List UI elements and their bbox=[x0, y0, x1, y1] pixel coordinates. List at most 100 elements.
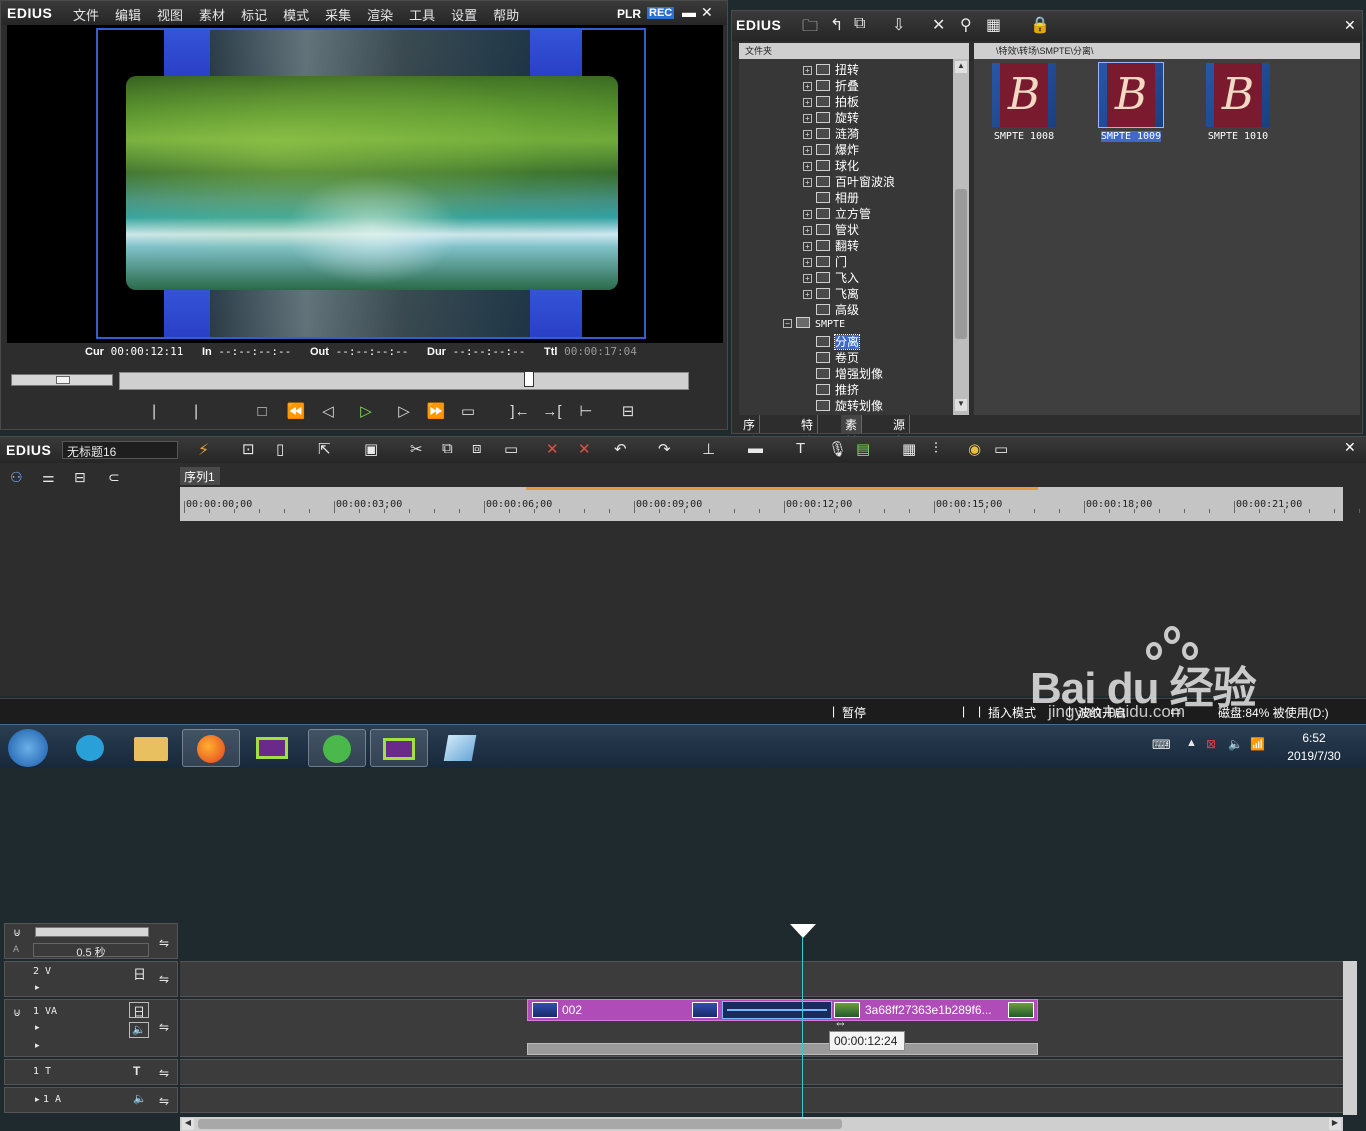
menu-marker[interactable]: 标记 bbox=[241, 8, 267, 23]
video-mute-icon[interactable]: 日 bbox=[129, 1002, 149, 1019]
new-sequence-icon[interactable]: ▯ bbox=[276, 440, 284, 458]
tab-sequence1[interactable]: 序列1 bbox=[180, 467, 220, 485]
hscroll-thumb[interactable] bbox=[198, 1119, 842, 1129]
video-mute-icon[interactable]: 日 bbox=[133, 964, 146, 983]
prev-edit-icon[interactable]: ]← bbox=[507, 399, 533, 425]
tree-item[interactable]: 相册 bbox=[816, 189, 859, 205]
insert-icon[interactable]: ⊢ bbox=[573, 399, 599, 425]
delete-icon[interactable]: ✕ bbox=[932, 15, 945, 35]
mixer-icon[interactable]: ⫶ bbox=[934, 440, 938, 457]
tree-item[interactable]: + 管状 bbox=[803, 221, 859, 237]
fast-forward-icon[interactable]: ⏩ bbox=[423, 399, 449, 425]
tree-scroll-thumb[interactable] bbox=[955, 189, 967, 339]
save-icon[interactable]: ▣ bbox=[364, 440, 378, 458]
zoom-slider[interactable] bbox=[35, 927, 149, 937]
audio-clip[interactable] bbox=[527, 1043, 1038, 1055]
set-out-icon[interactable]: ❘ bbox=[183, 399, 209, 425]
copy-icon[interactable]: ⧉ bbox=[442, 440, 453, 457]
color-icon[interactable]: ◉ bbox=[968, 440, 981, 458]
sync-lock-icon[interactable]: ⇋ bbox=[159, 936, 169, 950]
overwrite-icon[interactable]: ⊟ bbox=[615, 399, 641, 425]
timeline-hscroll[interactable]: ◀ ▶ bbox=[180, 1117, 1343, 1131]
tab-effects[interactable]: 特效 bbox=[797, 415, 819, 449]
menu-render[interactable]: 渲染 bbox=[367, 8, 393, 23]
up-folder-icon[interactable]: ↰ bbox=[830, 15, 843, 35]
step-back-icon[interactable]: ◁ bbox=[315, 399, 341, 425]
rec-mode-button[interactable]: REC bbox=[647, 7, 675, 19]
link-icon[interactable]: ⊂ bbox=[108, 469, 120, 486]
transition-icon[interactable]: ▬ bbox=[748, 440, 763, 457]
taskbar-notes-icon[interactable] bbox=[432, 729, 490, 767]
view-mode-icon[interactable]: ▦ bbox=[986, 15, 1001, 35]
tab-source-browser[interactable]: 源文件浏览 bbox=[889, 415, 911, 500]
menu-view[interactable]: 视图 bbox=[157, 8, 183, 23]
tree-scrollbar[interactable]: ▲ ▼ bbox=[953, 59, 969, 415]
folder-icon[interactable]: 🗀 bbox=[802, 15, 818, 42]
sync-icon[interactable]: ⇋ bbox=[159, 1066, 169, 1080]
tree-item[interactable]: + 爆炸 bbox=[803, 141, 859, 157]
track-vscroll[interactable] bbox=[1343, 961, 1357, 1115]
menu-capture[interactable]: 采集 bbox=[325, 8, 351, 23]
speaker-icon[interactable]: 🔈 bbox=[133, 1092, 147, 1105]
mode-icon[interactable]: ⚡ bbox=[198, 440, 209, 460]
lock-icon[interactable]: 🔒 bbox=[1030, 15, 1050, 35]
menu-edit[interactable]: 编辑 bbox=[115, 8, 141, 23]
timeline-ruler[interactable]: 00:00:00;00 00:00:03;00 00:00:06;00 00:00:0… bbox=[180, 487, 1360, 521]
bin-close-icon[interactable]: ✕ bbox=[1344, 17, 1356, 34]
tab-bin[interactable]: 素材库 bbox=[841, 415, 863, 466]
preview-monitor[interactable] bbox=[7, 25, 723, 343]
tree-item[interactable]: + 扭转 bbox=[803, 61, 859, 77]
playhead[interactable] bbox=[802, 937, 803, 1117]
menu-file[interactable]: 文件 bbox=[73, 8, 99, 23]
toggle-icon[interactable]: ⊍ bbox=[13, 926, 21, 939]
menu-settings[interactable]: 设置 bbox=[451, 8, 477, 23]
paste-icon[interactable]: ⧈ bbox=[472, 440, 482, 457]
patch-icon[interactable]: ⊍ bbox=[13, 1006, 21, 1019]
clip-smpte-1010[interactable]: B SMPTE 1010 bbox=[1202, 63, 1274, 142]
track-lane-2v[interactable] bbox=[180, 961, 1343, 997]
scroll-up-icon[interactable]: ▲ bbox=[955, 61, 967, 73]
minimize-icon[interactable]: ▬ bbox=[682, 4, 696, 20]
render-icon[interactable]: ▤ bbox=[856, 440, 870, 458]
stop-icon[interactable]: □ bbox=[249, 399, 275, 425]
replace-icon[interactable]: ▭ bbox=[504, 440, 518, 458]
loop-icon[interactable]: ▭ bbox=[455, 399, 481, 425]
properties-icon[interactable]: ⚲ bbox=[960, 15, 972, 35]
sync-icon[interactable]: ⇋ bbox=[159, 972, 169, 986]
clip-view[interactable]: B SMPTE 1008 B SMPTE 1009 B SMPTE 1010 bbox=[974, 59, 1360, 415]
scroll-left-icon[interactable]: ◀ bbox=[182, 1118, 194, 1130]
camera-icon[interactable]: ⊡ bbox=[242, 440, 255, 458]
clip-smpte-1008[interactable]: B SMPTE 1008 bbox=[988, 63, 1060, 142]
scroll-down-icon[interactable]: ▼ bbox=[955, 399, 967, 411]
add-clip-icon[interactable]: ⧉ bbox=[854, 15, 865, 33]
tree-item[interactable]: 推挤 bbox=[816, 381, 859, 397]
mic-icon[interactable]: 🎙 bbox=[828, 440, 847, 458]
taskbar-media-icon[interactable] bbox=[62, 729, 120, 767]
scroll-right-icon[interactable]: ▶ bbox=[1329, 1118, 1341, 1130]
clock-date[interactable]: 2019/7/30 bbox=[1274, 749, 1354, 763]
start-button[interactable] bbox=[8, 729, 48, 767]
plr-mode-button[interactable]: PLR bbox=[617, 7, 641, 21]
taskbar-browser-icon[interactable] bbox=[308, 729, 366, 767]
tree-item[interactable]: + 折叠 bbox=[803, 77, 859, 93]
tree-item[interactable]: + 门 bbox=[803, 253, 847, 269]
taskbar-edius-icon[interactable] bbox=[244, 729, 302, 767]
undo-icon[interactable]: ↶ bbox=[614, 440, 627, 458]
open-project-icon[interactable]: ⇱ bbox=[318, 440, 331, 458]
transition-block[interactable] bbox=[722, 1001, 832, 1019]
title-track-icon[interactable]: T bbox=[133, 1064, 140, 1078]
taskbar-edius-active-icon[interactable] bbox=[370, 729, 428, 767]
step-forward-icon[interactable]: ▷ bbox=[391, 399, 417, 425]
tree-item[interactable]: + 翻转 bbox=[803, 237, 859, 253]
next-edit-icon[interactable]: →[ bbox=[539, 399, 565, 425]
tree-item[interactable]: + 立方管 bbox=[803, 205, 871, 221]
expand-icon[interactable]: ▸ bbox=[35, 982, 40, 993]
expand-icon[interactable]: ▸ bbox=[35, 1094, 40, 1105]
tree-item[interactable]: + 球化 bbox=[803, 157, 859, 173]
tree-item[interactable]: + 飞离 bbox=[803, 285, 859, 301]
multicam-icon[interactable]: ▦ bbox=[902, 440, 916, 458]
menu-tools[interactable]: 工具 bbox=[409, 8, 435, 23]
tree-item[interactable]: + 飞入 bbox=[803, 269, 859, 285]
track-lane-1t[interactable] bbox=[180, 1059, 1343, 1085]
track-lane-1a[interactable] bbox=[180, 1087, 1343, 1113]
